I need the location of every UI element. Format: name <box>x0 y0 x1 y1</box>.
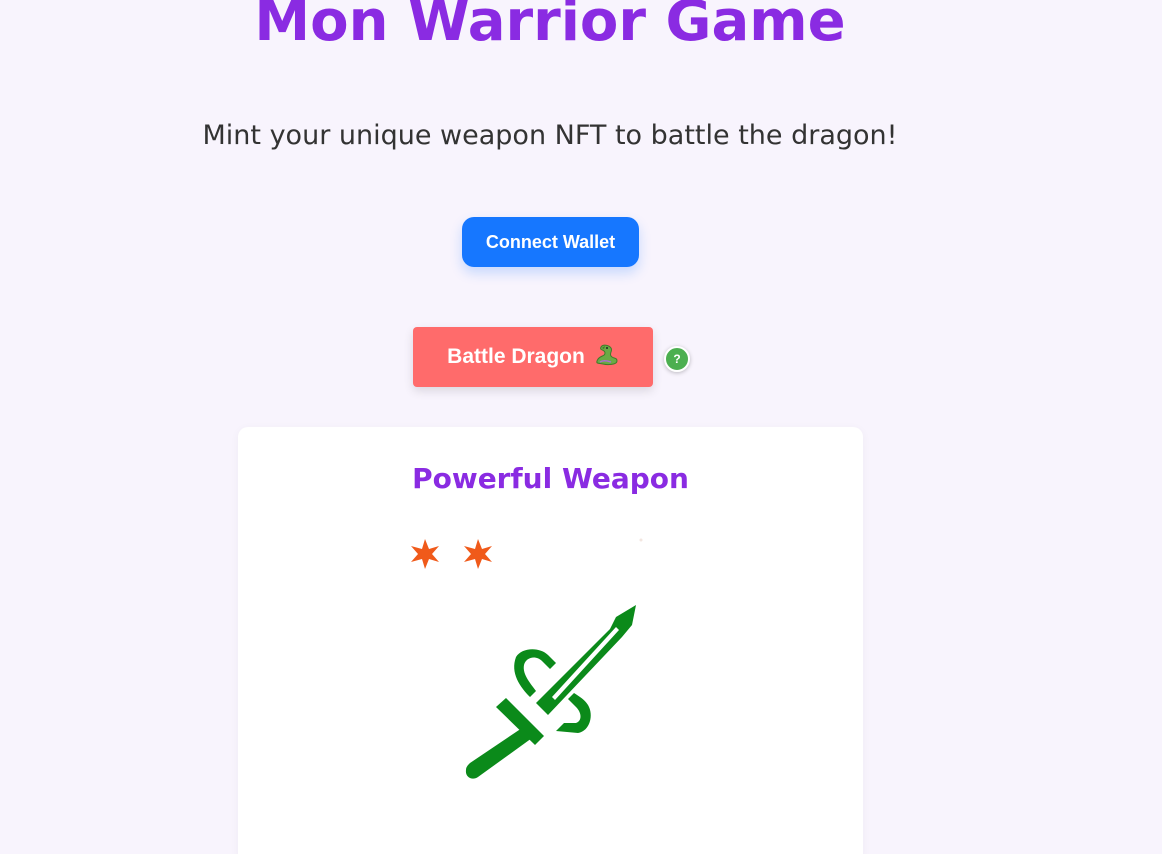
spark-icon <box>411 539 439 569</box>
page-subtitle: Mint your unique weapon NFT to battle th… <box>202 120 898 151</box>
dragon-icon <box>593 343 619 371</box>
sword-icon <box>465 605 636 779</box>
spark-icon <box>464 539 492 569</box>
connect-wallet-button[interactable]: Connect Wallet <box>462 217 639 267</box>
weapon-card: Powerful Weapon <box>238 427 863 854</box>
spark-icon <box>639 538 643 542</box>
battle-dragon-label: Battle Dragon <box>447 345 585 368</box>
page-title: Mon Warrior Game <box>254 0 846 54</box>
battle-dragon-button[interactable]: Battle Dragon <box>413 327 653 387</box>
page: Mon Warrior Game Mint your unique weapon… <box>0 0 1162 854</box>
weapon-card-title: Powerful Weapon <box>412 462 689 495</box>
help-icon[interactable]: ? <box>664 346 690 372</box>
spark-icons <box>411 538 643 569</box>
